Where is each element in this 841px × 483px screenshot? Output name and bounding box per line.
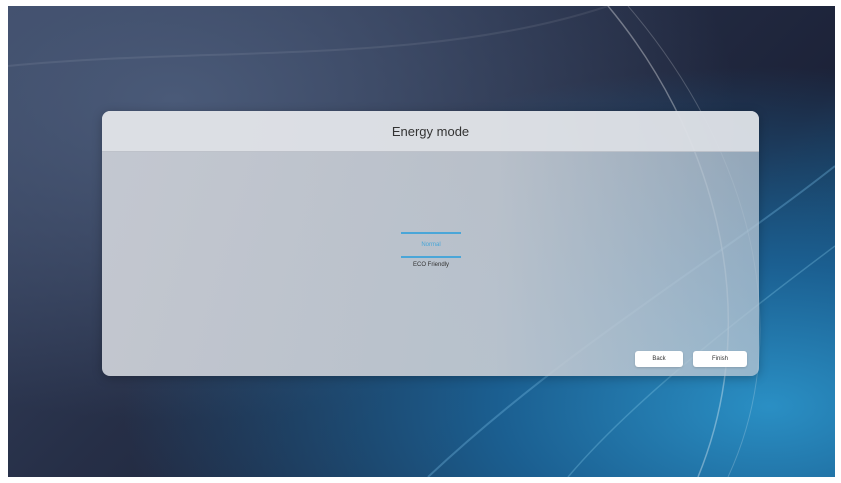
option-eco-friendly[interactable]: ECO Friendly [413, 262, 449, 268]
dialog-header: Energy mode [102, 111, 759, 152]
energy-mode-picker: Normal ECO Friendly [399, 232, 463, 268]
finish-button[interactable]: Finish [693, 351, 747, 367]
energy-mode-dialog: Energy mode Normal ECO Friendly Back Fin… [102, 111, 759, 376]
back-button[interactable]: Back [635, 351, 683, 367]
dialog-title: Energy mode [391, 123, 470, 139]
tv-screen: Energy mode Normal ECO Friendly Back Fin… [8, 6, 835, 477]
option-normal[interactable]: Normal [401, 232, 461, 258]
